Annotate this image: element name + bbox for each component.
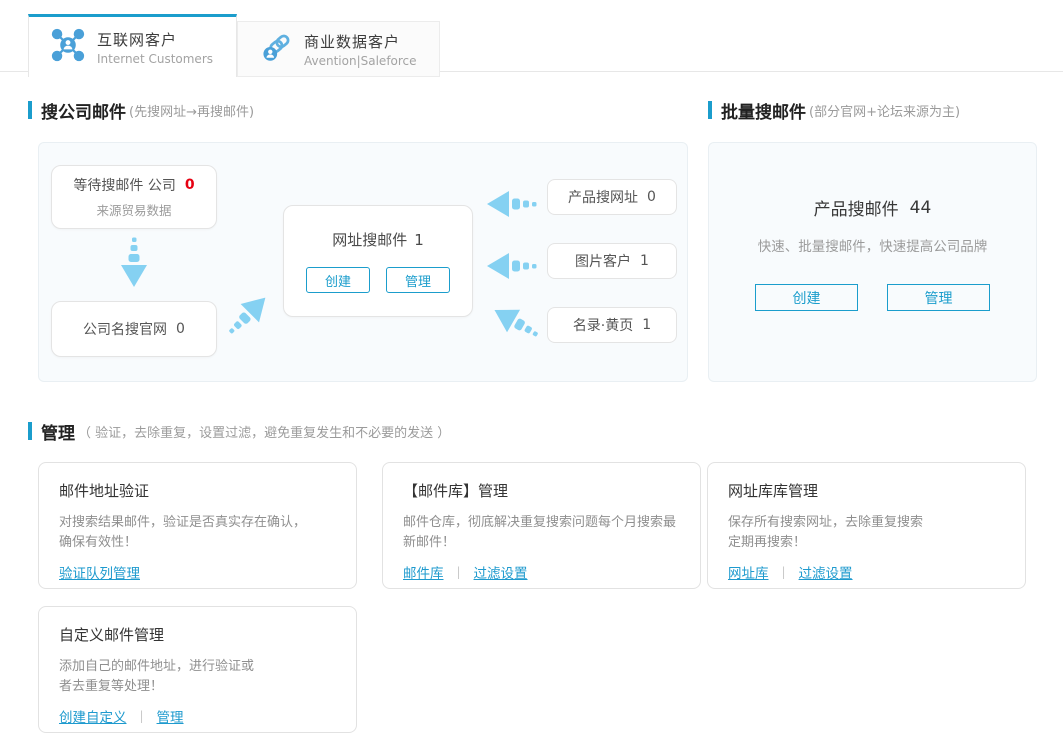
card-body-line: 邮件仓库，彻底解决重复搜索问题每个月搜索最 xyxy=(403,513,680,533)
manage-subtitle: （ 验证，去除重复，设置过滤，避免重复发生和不必要的发送 ） xyxy=(78,422,450,441)
batch-search-description: 快速、批量搜邮件，快速提高公司品牌 xyxy=(758,235,988,255)
url-email-box-count: 1 xyxy=(414,231,424,249)
card-title: 【邮件库】管理 xyxy=(403,480,680,501)
search-company-flow-panel: 等待搜邮件 公司 0 来源贸易数据 公司名搜官网 0 xyxy=(38,142,688,382)
source-box-count: 1 xyxy=(642,317,651,333)
card-body-line: 确保有效性！ xyxy=(59,533,336,553)
header-accent-bar xyxy=(28,101,32,119)
batch-search-title: 批量搜邮件 xyxy=(721,98,806,123)
tab-business-data[interactable]: 商业数据客户 Avention|Saleforce xyxy=(237,21,440,77)
directory-yellowpages-box: 名录·黄页 1 xyxy=(547,307,677,343)
batch-search-subtitle: (部分官网+论坛来源为主) xyxy=(809,101,960,120)
custom-manage-link[interactable]: 管理 xyxy=(157,706,184,726)
product-search-url-box: 产品搜网址 0 xyxy=(547,179,677,215)
company-box-label: 公司名搜官网 xyxy=(83,319,167,339)
company-name-search-box: 公司名搜官网 0 xyxy=(51,301,217,357)
flow-arrow-up-left-icon xyxy=(487,297,547,349)
waiting-box-label: 等待搜邮件 公司 xyxy=(73,175,175,195)
filter-settings-link[interactable]: 过滤设置 xyxy=(799,562,853,582)
link-separator: | xyxy=(140,709,144,723)
page: 互联网客户 Internet Customers 商业数据客户 Aventi xyxy=(0,0,1063,742)
tab-internet-customers[interactable]: 互联网客户 Internet Customers xyxy=(28,14,237,77)
source-box-label: 图片客户 xyxy=(575,251,631,271)
card-body-line: 添加自己的邮件地址，进行验证或 xyxy=(59,657,336,677)
image-customers-box: 图片客户 1 xyxy=(547,243,677,279)
url-email-create-button[interactable]: 创建 xyxy=(306,267,370,293)
card-body-line: 新邮件！ xyxy=(403,533,680,553)
filter-settings-link[interactable]: 过滤设置 xyxy=(474,562,528,582)
card-custom-email: 自定义邮件管理 添加自己的邮件地址，进行验证或 者去重复等处理！ 创建自定义 |… xyxy=(38,606,357,733)
card-title: 网址库库管理 xyxy=(728,480,1005,501)
search-company-subtitle: (先搜网址→再搜邮件) xyxy=(129,101,254,120)
source-box-count: 1 xyxy=(640,253,649,269)
tab-internet-subtitle: Internet Customers xyxy=(97,52,213,66)
flow-arrow-left-icon xyxy=(487,251,539,281)
verify-queue-manage-link[interactable]: 验证队列管理 xyxy=(59,562,140,582)
batch-manage-button[interactable]: 管理 xyxy=(887,284,990,311)
link-separator: | xyxy=(457,565,461,579)
batch-search-panel: 产品搜邮件 44 快速、批量搜邮件，快速提高公司品牌 创建 管理 xyxy=(708,142,1037,382)
search-company-title: 搜公司邮件 xyxy=(41,98,126,123)
header-accent-bar xyxy=(708,101,712,119)
flow-arrow-up-right-icon xyxy=(218,287,276,345)
business-data-icon xyxy=(260,31,292,67)
url-email-manage-button[interactable]: 管理 xyxy=(386,267,450,293)
url-search-email-box: 网址搜邮件 1 创建 管理 xyxy=(283,205,473,317)
product-search-email-title: 产品搜邮件 xyxy=(814,195,899,220)
create-custom-link[interactable]: 创建自定义 xyxy=(59,706,127,726)
card-body-line: 定期再搜索！ xyxy=(728,533,1005,553)
batch-create-button[interactable]: 创建 xyxy=(755,284,858,311)
waiting-box-count: 0 xyxy=(185,177,195,193)
tab-bar: 互联网客户 Internet Customers 商业数据客户 Aventi xyxy=(0,0,1063,72)
card-title: 邮件地址验证 xyxy=(59,480,336,501)
section-header-batch-search: 批量搜邮件 (部分官网+论坛来源为主) xyxy=(708,99,960,121)
tab-business-subtitle: Avention|Saleforce xyxy=(304,54,417,68)
waiting-companies-box: 等待搜邮件 公司 0 来源贸易数据 xyxy=(51,165,217,229)
section-header-manage: 管理 （ 验证，去除重复，设置过滤，避免重复发生和不必要的发送 ） xyxy=(28,420,450,442)
network-customers-icon xyxy=(51,28,85,66)
header-accent-bar xyxy=(28,422,32,440)
section-header-search-company: 搜公司邮件 (先搜网址→再搜邮件) xyxy=(28,99,254,121)
flow-arrow-left-icon xyxy=(487,189,539,219)
card-email-verification: 邮件地址验证 对搜索结果邮件，验证是否真实存在确认， 确保有效性！ 验证队列管理 xyxy=(38,462,357,589)
source-box-count: 0 xyxy=(647,189,656,205)
source-box-label: 产品搜网址 xyxy=(568,187,638,207)
company-box-count: 0 xyxy=(176,321,185,337)
card-body-line: 者去重复等处理！ xyxy=(59,677,336,697)
card-body-line: 对搜索结果邮件，验证是否真实存在确认， xyxy=(59,513,336,533)
tab-business-title: 商业数据客户 xyxy=(304,31,417,52)
tab-internet-title: 互联网客户 xyxy=(97,29,213,50)
url-library-link[interactable]: 网址库 xyxy=(728,562,769,582)
email-library-link[interactable]: 邮件库 xyxy=(403,562,444,582)
url-email-box-label: 网址搜邮件 xyxy=(332,229,407,250)
card-url-library: 网址库库管理 保存所有搜索网址，去除重复搜索 定期再搜索！ 网址库 | 过滤设置 xyxy=(707,462,1026,589)
flow-arrow-down-icon xyxy=(119,235,149,287)
link-separator: | xyxy=(782,565,786,579)
waiting-box-source: 来源贸易数据 xyxy=(96,200,171,219)
card-title: 自定义邮件管理 xyxy=(59,624,336,645)
card-body-line: 保存所有搜索网址，去除重复搜索 xyxy=(728,513,1005,533)
card-email-library: 【邮件库】管理 邮件仓库，彻底解决重复搜索问题每个月搜索最 新邮件！ 邮件库 |… xyxy=(382,462,701,589)
source-box-label: 名录·黄页 xyxy=(573,315,633,335)
product-search-email-count: 44 xyxy=(910,198,932,218)
manage-title: 管理 xyxy=(41,419,75,444)
